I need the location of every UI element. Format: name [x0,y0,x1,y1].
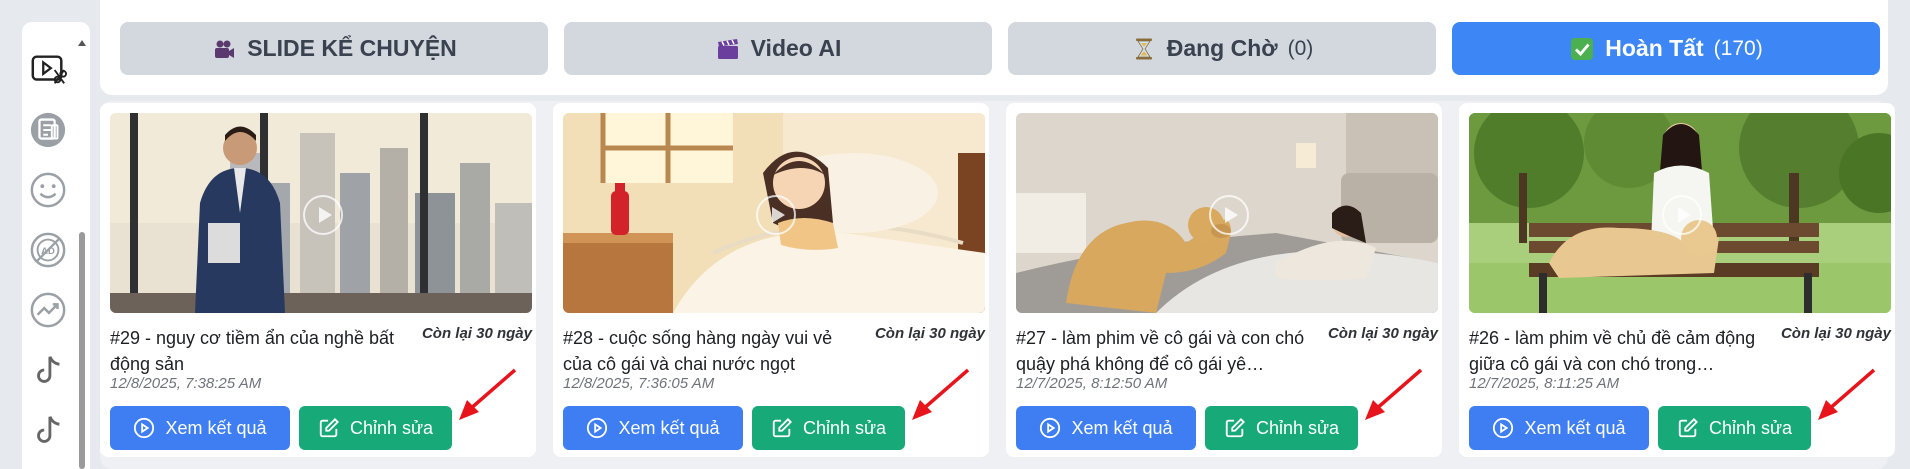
tab-label: Đang Chờ [1166,35,1278,61]
card-title: #29 - nguy cơ tiềm ẩn của nghề bất động … [110,328,394,374]
edit-button[interactable]: Chỉnh sửa [1205,406,1358,450]
edit-icon [1678,417,1698,438]
card-date: 12/8/2025, 7:38:25 AM [110,375,262,392]
annotation-arrow [1365,368,1423,420]
play-circle-icon [1493,417,1514,439]
view-result-label: Xem kết quả [1524,417,1626,438]
remaining-days: Còn lại 30 ngày [1327,325,1438,342]
scroll-up-arrow[interactable] [78,40,86,46]
tab-label: Hoàn Tất [1605,35,1704,61]
edit-icon [319,417,339,438]
annotation-arrow [912,368,970,420]
view-result-button[interactable]: Xem kết quả [1469,406,1649,450]
view-result-button[interactable]: Xem kết quả [563,406,743,450]
play-circle-icon [1040,417,1061,439]
view-result-label: Xem kết quả [618,417,720,438]
document-icon[interactable] [28,110,68,150]
remaining-days: Còn lại 30 ngày [1780,325,1891,342]
tab-count: (0) [1287,36,1314,60]
tab-video-ai[interactable]: Video AI [564,22,992,75]
clapperboard-icon [715,36,741,62]
video-thumbnail[interactable] [110,113,532,313]
view-result-button[interactable]: Xem kết quả [110,406,290,450]
hourglass-icon [1131,36,1157,62]
tab-dang-cho[interactable]: Đang Chờ (0) [1008,22,1436,75]
annotation-arrow [1818,368,1876,420]
result-card: #27 - làm phim về cô gái và con chó quậy… [1006,103,1442,457]
video-thumbnail[interactable] [1016,113,1438,313]
view-result-label: Xem kết quả [165,417,267,438]
tab-label: Video AI [750,35,842,61]
edit-button[interactable]: Chỉnh sửa [299,406,452,450]
play-circle-icon [134,417,155,439]
edit-label: Chỉnh sửa [1255,417,1340,438]
ad-icon[interactable]: AD [28,230,68,270]
edit-button[interactable]: Chỉnh sửa [1658,406,1811,450]
card-date: 12/7/2025, 8:11:25 AM [1469,375,1620,392]
annotation-arrow [459,368,517,420]
play-icon[interactable] [1209,195,1249,235]
view-result-button[interactable]: Xem kết quả [1016,406,1196,450]
edit-label: Chỉnh sửa [1708,417,1793,438]
play-icon[interactable] [756,195,796,235]
trending-icon[interactable] [28,290,68,330]
tiktok-icon[interactable] [28,410,68,450]
video-edit-icon[interactable] [28,50,68,90]
play-icon[interactable] [1662,195,1702,235]
edit-label: Chỉnh sửa [349,417,434,438]
card-title: #27 - làm phim về cô gái và con chó quậy… [1016,328,1305,374]
result-card: #26 - làm phim về chủ đề cảm động giữa c… [1459,103,1895,457]
sidebar: AD [0,0,110,469]
tab-slide-ke-chuyen[interactable]: SLIDE KỂ CHUYỆN [120,22,548,75]
tiktok-icon[interactable] [28,350,68,390]
tab-count: (170) [1713,36,1763,60]
remaining-days: Còn lại 30 ngày [874,325,985,342]
card-title: #26 - làm phim về chủ đề cảm động giữa c… [1469,328,1756,374]
play-circle-icon [587,417,608,439]
video-thumbnail[interactable] [563,113,985,313]
tab-bar: SLIDE KỂ CHUYỆN Video AI Đang Chờ (0) Ho… [100,0,1888,95]
card-date: 12/7/2025, 8:12:50 AM [1016,375,1168,392]
edit-icon [772,417,792,438]
check-icon [1569,36,1595,62]
edit-button[interactable]: Chỉnh sửa [752,406,905,450]
edit-label: Chỉnh sửa [802,417,887,438]
result-card: #29 - nguy cơ tiềm ẩn của nghề bất động … [100,103,536,457]
result-card: #28 - cuộc sống hàng ngày vui vẻ của cô … [553,103,989,457]
remaining-days: Còn lại 30 ngày [421,325,532,342]
play-icon[interactable] [303,195,343,235]
edit-icon [1225,417,1245,438]
camera-icon [211,36,237,62]
tab-label: SLIDE KỂ CHUYỆN [247,35,457,61]
video-thumbnail[interactable] [1469,113,1891,313]
card-date: 12/8/2025, 7:36:05 AM [563,375,715,392]
sidebar-scrollbar-thumb[interactable] [79,232,85,469]
tab-hoan-tat[interactable]: Hoàn Tất (170) [1452,22,1880,75]
view-result-label: Xem kết quả [1071,417,1173,438]
smiley-icon[interactable] [28,170,68,210]
card-title: #28 - cuộc sống hàng ngày vui vẻ của cô … [563,328,833,374]
